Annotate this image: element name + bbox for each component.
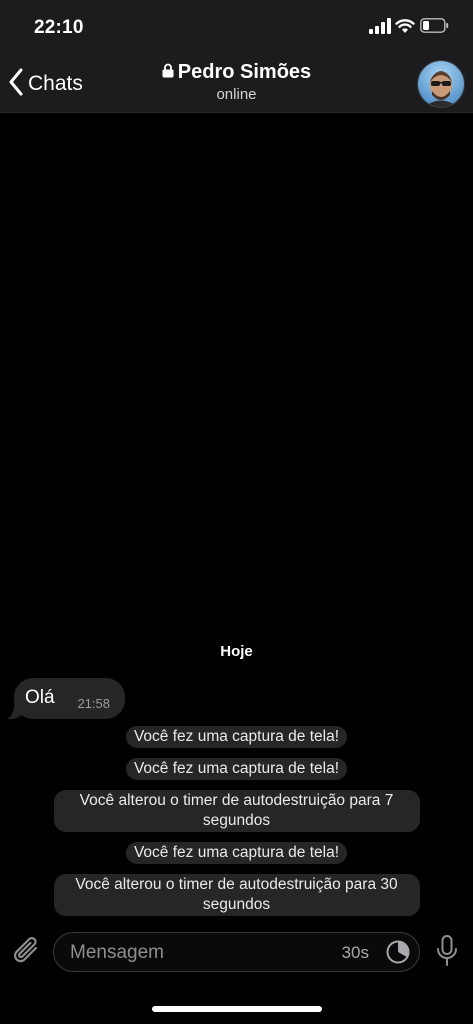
- service-message: Você fez uma captura de tela!: [125, 758, 348, 780]
- timer-icon[interactable]: [385, 939, 411, 970]
- chat-title-area[interactable]: Pedro Simões online: [120, 61, 353, 103]
- chat-header: Chats Pedro Simões online: [0, 56, 473, 113]
- chevron-left-icon: [8, 68, 24, 101]
- status-bar: 22:10: [0, 0, 473, 56]
- battery-icon: [420, 18, 449, 38]
- service-message: Você fez uma captura de tela!: [125, 726, 348, 748]
- message-text: Olá: [25, 687, 55, 708]
- status-time: 22:10: [34, 17, 84, 38]
- microphone-icon: [435, 935, 459, 972]
- home-indicator[interactable]: [152, 1006, 322, 1012]
- service-message: Você alterou o timer de autodestruição p…: [53, 790, 420, 832]
- back-label: Chats: [28, 72, 83, 95]
- service-message: Você fez uma captura de tela!: [125, 842, 348, 864]
- message-input[interactable]: Mensagem 30s: [53, 932, 420, 972]
- chat-title: Pedro Simões: [177, 61, 312, 83]
- self-destruct-timer-value: 30s: [341, 943, 369, 962]
- microphone-button[interactable]: [435, 934, 459, 973]
- wifi-icon: [395, 18, 415, 39]
- paperclip-icon: [12, 937, 42, 972]
- message-placeholder: Mensagem: [70, 942, 164, 963]
- message-bubble[interactable]: Olá 21:58: [14, 678, 125, 719]
- back-button[interactable]: Chats: [8, 64, 108, 104]
- lock-icon: [162, 63, 174, 83]
- attach-button[interactable]: [12, 934, 42, 973]
- service-messages: Você fez uma captura de tela! Você fez u…: [0, 726, 473, 926]
- date-header: Hoje: [220, 643, 253, 660]
- message-time: 21:58: [77, 696, 110, 711]
- avatar[interactable]: [417, 60, 465, 108]
- chat-status: online: [216, 86, 257, 103]
- signal-icon: [369, 18, 391, 39]
- service-message: Você alterou o timer de autodestruição p…: [53, 874, 420, 916]
